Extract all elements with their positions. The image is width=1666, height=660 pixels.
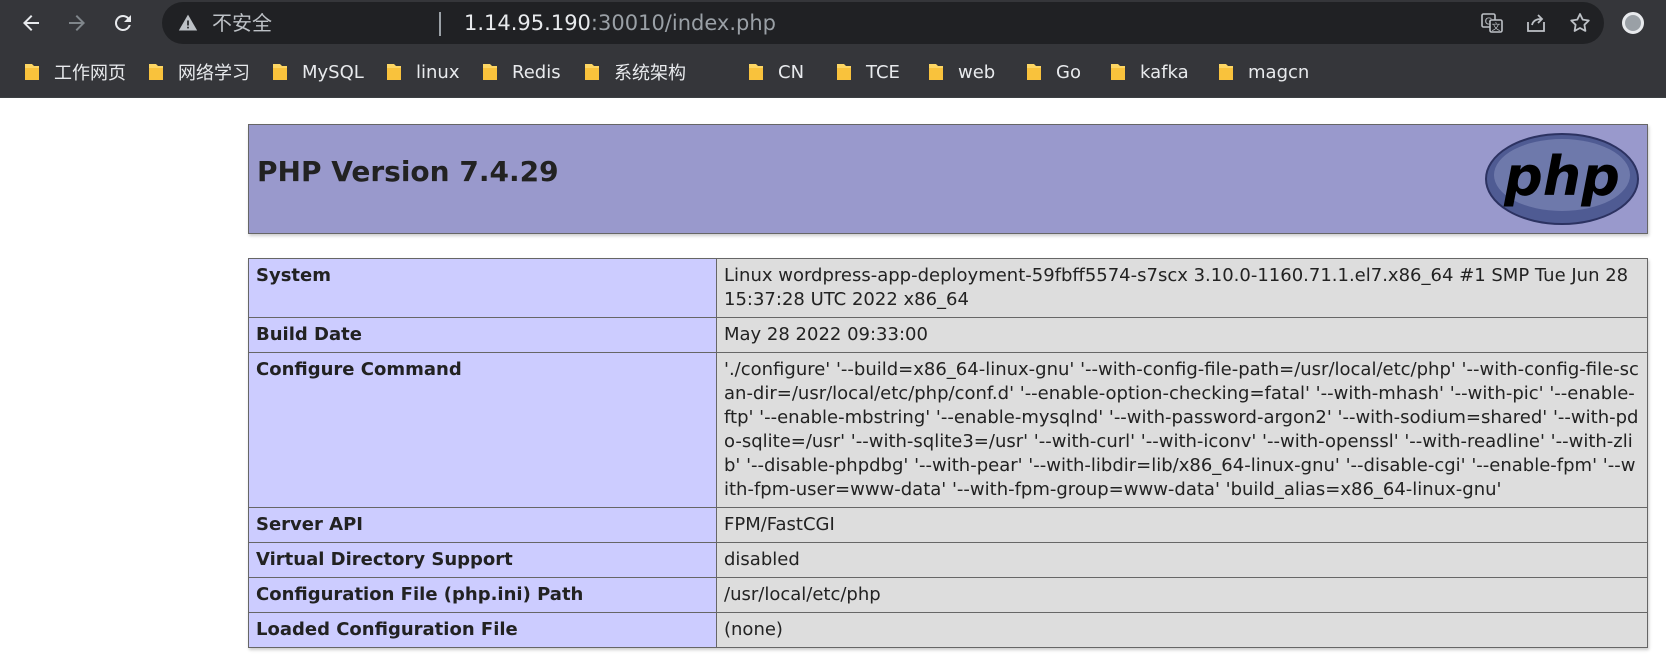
page-title: PHP Version 7.4.29 (257, 155, 559, 188)
forward-button[interactable] (60, 6, 94, 40)
folder-icon (1111, 64, 1125, 80)
row-key: Server API (248, 507, 717, 543)
address-bar[interactable]: 不安全 1.14.95.190:30010/index.php G 文 (162, 2, 1604, 44)
php-logo-text: php (1503, 145, 1620, 208)
folder-icon (387, 64, 401, 80)
bookmark-folder-item[interactable]: linux (386, 58, 459, 86)
table-row: Build Date May 28 2022 09:33:00 (248, 317, 1648, 353)
bookmark-folder-item[interactable]: kafka (1110, 58, 1189, 86)
bookmark-label: 网络学习 (178, 63, 250, 84)
table-row: Configuration File (php.ini) Path /usr/l… (248, 577, 1648, 613)
bookmark-folder-item[interactable]: 系统架构 (584, 58, 686, 86)
address-separator (439, 12, 441, 36)
row-key: Configuration File (php.ini) Path (248, 577, 717, 613)
bookmark-label: 工作网页 (54, 63, 126, 84)
bookmark-label: kafka (1140, 61, 1189, 83)
table-row: Virtual Directory Support disabled (248, 542, 1648, 578)
profile-icon[interactable] (1622, 12, 1644, 34)
bookmark-folder-item[interactable]: 工作网页 (24, 58, 126, 86)
bookmark-folder-item[interactable]: MySQL (272, 58, 364, 86)
bookmark-label: magcn (1248, 61, 1310, 83)
row-value: (none) (716, 612, 1648, 648)
row-value: FPM/FastCGI (716, 507, 1648, 543)
forward-arrow-icon (69, 15, 85, 31)
row-value: /usr/local/etc/php (716, 577, 1648, 613)
table-row: Configure Command './configure' '--build… (248, 352, 1648, 508)
bookmark-folder-item[interactable]: 网络学习 (148, 58, 250, 86)
back-button[interactable] (14, 6, 48, 40)
row-key: Build Date (248, 317, 717, 353)
row-value: May 28 2022 09:33:00 (716, 317, 1648, 353)
bookmarks-bar: 工作网页 网络学习 MySQL linux Redis 系统架构 CN TCE … (0, 46, 1666, 98)
bookmark-label: Redis (512, 61, 561, 83)
row-key: System (248, 258, 717, 318)
row-key: Configure Command (248, 352, 717, 508)
bookmark-folder-item[interactable]: Go (1026, 58, 1081, 86)
bookmark-label: MySQL (302, 61, 364, 83)
url-host: 1.14.95.190 (464, 11, 591, 35)
bookmark-label: TCE (866, 61, 900, 83)
table-row: System Linux wordpress-app-deployment-59… (248, 258, 1648, 318)
folder-icon (1219, 64, 1233, 80)
table-row: Server API FPM/FastCGI (248, 507, 1648, 543)
folder-icon (149, 64, 163, 80)
bookmark-label: web (958, 61, 996, 83)
folder-icon (749, 64, 763, 80)
bookmark-folder-item[interactable]: web (928, 58, 995, 86)
row-value: Linux wordpress-app-deployment-59fbff557… (716, 258, 1648, 318)
bookmark-label: linux (416, 61, 460, 83)
php-info-table: System Linux wordpress-app-deployment-59… (248, 258, 1648, 648)
reload-icon (114, 14, 131, 31)
folder-icon (837, 64, 851, 80)
php-logo: php (1485, 133, 1639, 225)
bookmark-folder-item[interactable]: TCE (836, 58, 900, 86)
phpinfo-content: PHP Version 7.4.29 php System Linux word… (248, 124, 1648, 648)
url-path: :30010/index.php (590, 11, 776, 35)
php-version-header: PHP Version 7.4.29 php (248, 124, 1648, 234)
back-arrow-icon (23, 15, 39, 31)
folder-icon (585, 64, 599, 80)
bookmark-folder-item[interactable]: Redis (482, 58, 561, 86)
share-icon[interactable] (1524, 11, 1548, 35)
row-key: Loaded Configuration File (248, 612, 717, 648)
translate-icon[interactable]: G 文 (1480, 11, 1504, 35)
bookmark-label: CN (778, 61, 805, 83)
bookmark-label: 系统架构 (614, 63, 686, 84)
security-status-label[interactable]: 不安全 (212, 2, 272, 44)
browser-toolbar: 不安全 1.14.95.190:30010/index.php G 文 (0, 0, 1666, 46)
row-key: Virtual Directory Support (248, 542, 717, 578)
svg-text:文: 文 (1491, 21, 1500, 33)
bookmark-folder-item[interactable]: magcn (1218, 58, 1309, 86)
reload-button[interactable] (106, 6, 140, 40)
url-text[interactable]: 1.14.95.190:30010/index.php (464, 2, 776, 44)
star-icon[interactable] (1568, 11, 1592, 35)
folder-icon (1027, 64, 1041, 80)
bookmark-label: Go (1056, 61, 1081, 83)
folder-icon (25, 64, 39, 80)
folder-icon (483, 64, 497, 80)
row-value: disabled (716, 542, 1648, 578)
bookmark-folder-item[interactable]: CN (748, 58, 804, 86)
folder-icon (273, 64, 287, 80)
table-row: Loaded Configuration File (none) (248, 612, 1648, 648)
row-value: './configure' '--build=x86_64-linux-gnu'… (716, 352, 1648, 508)
folder-icon (929, 64, 943, 80)
warning-icon[interactable] (178, 13, 198, 33)
